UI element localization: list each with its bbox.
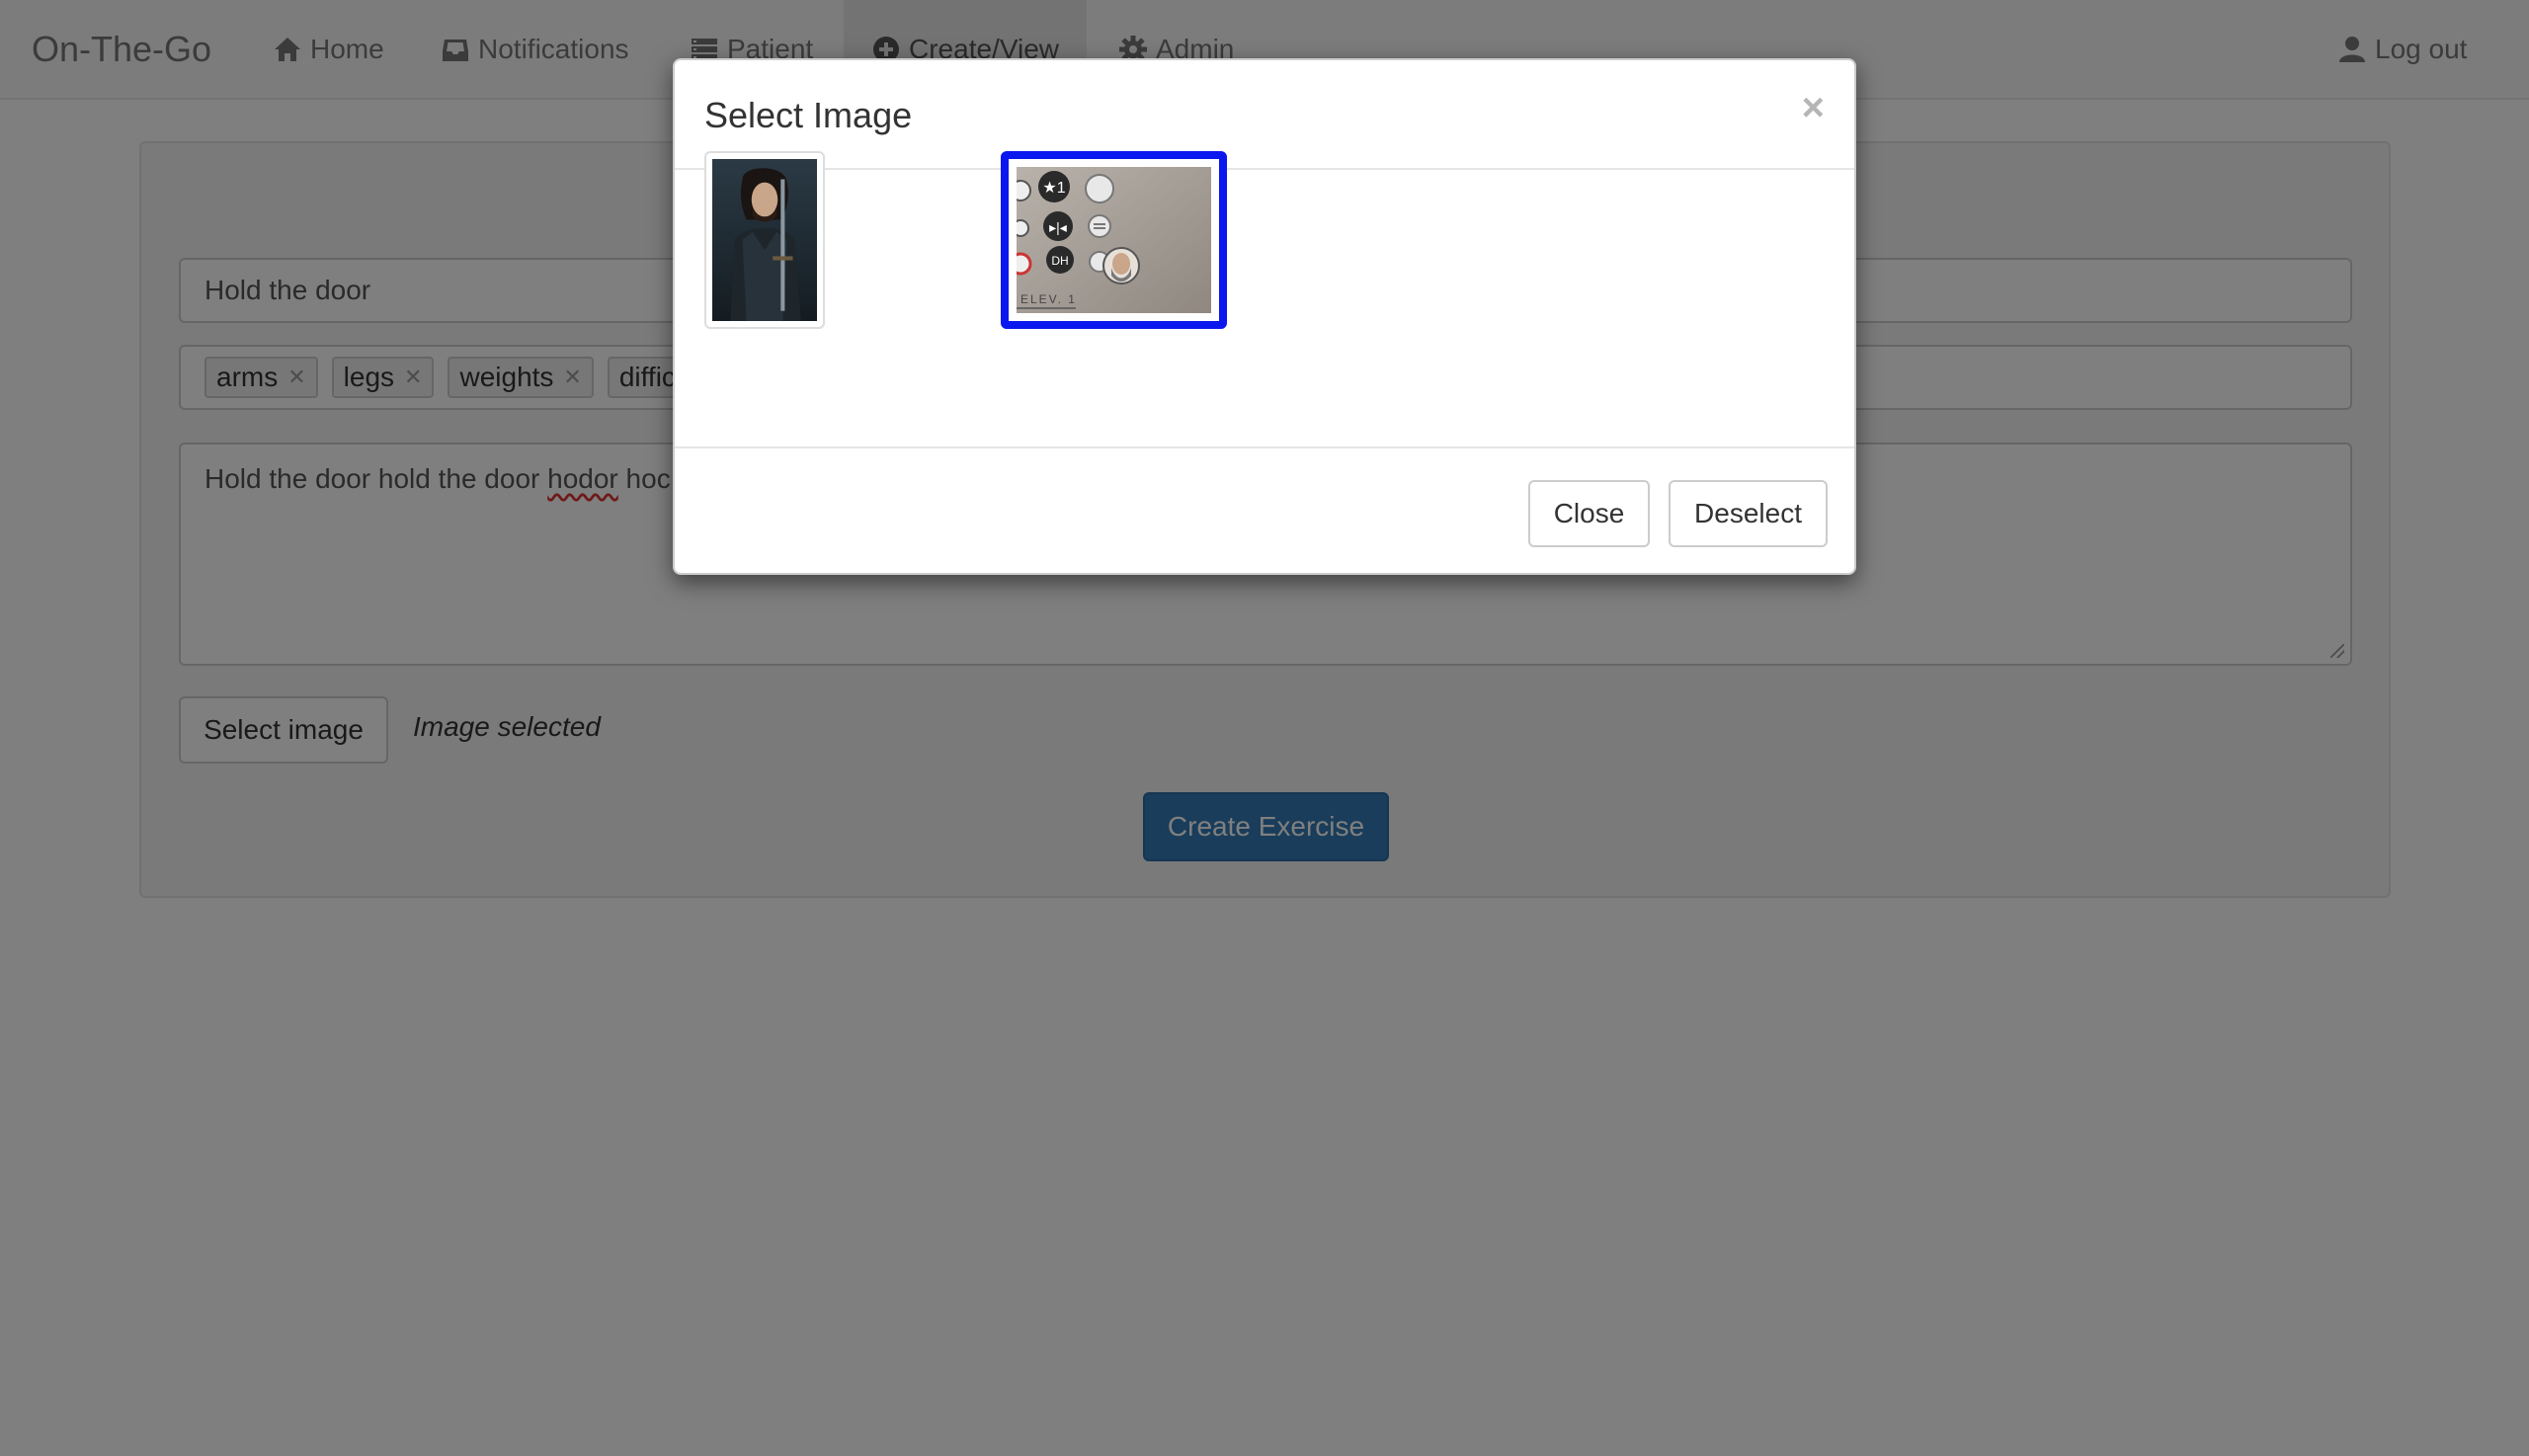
select-image-modal: Select Image × ★1 ▸|◂ DH ELEV. 1 Close D… <box>673 58 1856 575</box>
svg-text:▸|◂: ▸|◂ <box>1049 219 1067 235</box>
elevator-buttons-image: ★1 ▸|◂ DH ELEV. 1 <box>1017 167 1211 313</box>
svg-text:ELEV. 1: ELEV. 1 <box>1020 292 1077 306</box>
image-thumbnail-knight[interactable] <box>704 151 825 329</box>
close-icon[interactable]: × <box>1802 88 1825 127</box>
deselect-button[interactable]: Deselect <box>1669 480 1828 547</box>
image-thumbnail-elevator-selected[interactable]: ★1 ▸|◂ DH ELEV. 1 <box>1001 151 1227 329</box>
modal-footer: Close Deselect <box>675 446 1854 575</box>
modal-title: Select Image <box>704 95 913 135</box>
svg-text:DH: DH <box>1051 254 1068 268</box>
svg-text:★1: ★1 <box>1042 180 1065 197</box>
modal-close-button[interactable]: Close <box>1528 480 1650 547</box>
modal-header: Select Image × <box>675 60 1854 170</box>
knight-portrait-image <box>712 159 817 321</box>
